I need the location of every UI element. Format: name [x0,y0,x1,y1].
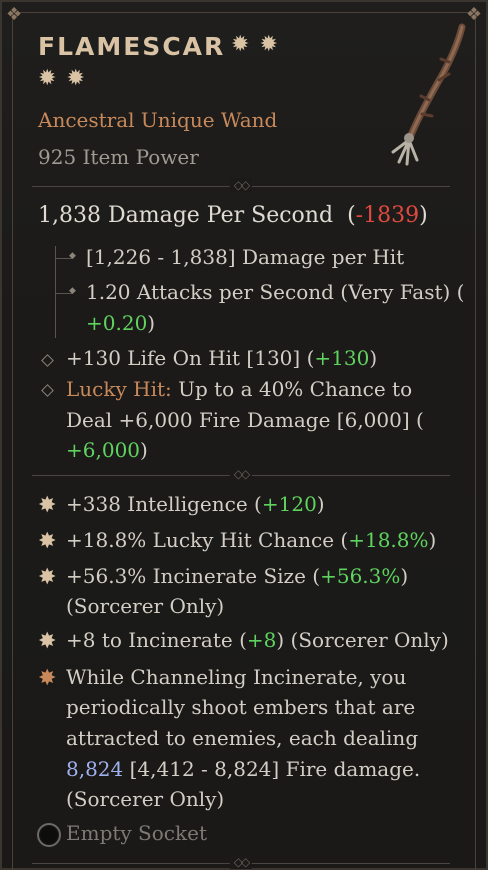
item-name: FLAMESCAR [38,32,226,61]
aps-delta: +0.20 [86,311,148,335]
star-icon: ✹ [259,32,278,57]
lucky-hit-close: ) [140,438,148,462]
unique-part-1: While Channeling [66,665,253,689]
lucky-hit-label: Lucky Hit: [66,377,172,401]
sparkle-bullet-icon: ✸ [38,629,57,654]
diamond-bullet-icon: ◆ [69,251,76,261]
affix-intelligence-close: ) [316,492,325,516]
affix-lucky-hit-chance: +18.8% Lucky Hit Chance (+18.8%) [66,525,436,556]
life-on-hit-close: ) [369,346,378,370]
item-tooltip: ❖ ❖ FLAMESCAR ✹ ✹ ✹ ✹ Ancestral Unique Wan… [0,0,488,870]
affix-intelligence-text: +338 Intelligence ( [66,492,262,516]
lucky-hit-line-3: +6,000) [66,435,148,466]
affix-lucky-hit-delta: +18.8% [348,528,429,552]
diamond-bullet-icon: ◆ [69,286,76,296]
life-on-hit-text: +130 Life On Hit [130] ( [66,346,315,370]
lucky-hit-text-1: Up to a 40% Chance to [171,377,413,401]
item-power: 925 Item Power [38,145,199,169]
damage-per-hit: [1,226 - 1,838] Damage per Hit [86,245,405,269]
unique-part-2: , you [357,665,407,689]
dps-open: ( [347,203,356,228]
dps-value: 1,838 Damage Per Second [38,203,334,228]
sparkle-bullet-icon: ✸ [38,565,57,590]
affix-lucky-hit-close: ) [428,528,437,552]
attacks-per-second: 1.20 Attacks per Second (Very Fast) ( [86,280,465,304]
section-divider: ◇◇ [32,178,450,192]
aps-close: ) [147,311,156,335]
life-on-hit: +130 Life On Hit [130] (+130) [66,343,377,374]
affix-incinerate-rank: +8 to Incinerate (+8) (Sorcerer Only) [66,625,449,656]
affix-lucky-hit-text: +18.8% Lucky Hit Chance ( [66,528,349,552]
section-divider: ◇◇ [32,855,450,869]
unique-skill: Incinerate [252,665,358,689]
unique-power-line-2: periodically shoot embers that are [66,695,416,719]
affix-incinerate-size-text: +56.3% Incinerate Size ( [66,564,321,588]
unique-power-line-1: While Channeling Incinerate, you [66,662,406,693]
unique-power-line-4: 8,824 [4,412 - 8,824] Fire damage. [66,754,420,785]
star-icon: ✹ [66,66,85,91]
unique-power-line-3: attracted to enemies, each dealing [66,726,419,750]
affix-incinerate-size: +56.3% Incinerate Size (+56.3%) [66,561,408,592]
lucky-hit-line-1: Lucky Hit: Up to a 40% Chance to [66,374,412,405]
lucky-hit-line-2: Deal +6,000 Fire Damage [6,000] ( [66,408,424,432]
affix-incinerate-size-class: (Sorcerer Only) [66,594,225,618]
unique-value: 8,824 [66,757,124,781]
socket-icon[interactable] [37,823,61,847]
title-stars: ✹ ✹ [231,34,288,56]
item-type: Ancestral Unique Wand [38,108,278,132]
unique-power-line-5: (Sorcerer Only) [66,787,225,811]
substat-tree-line [55,246,56,338]
affix-incinerate-size-delta: +56.3% [320,564,401,588]
affix-incinerate-size-close: ) [400,564,409,588]
corner-ornament-top-left: ❖ [6,4,23,25]
affix-incinerate-rank-delta: +8 [246,628,277,652]
wand-image [391,23,466,166]
affix-intelligence: +338 Intelligence (+120) [66,489,325,520]
damage-per-second: 1,838 Damage Per Second (-1839) [38,203,428,228]
star-icon: ✹ [38,66,57,91]
title-stars-row-2: ✹ ✹ [38,68,95,90]
lucky-hit-delta: +6,000 [66,438,141,462]
affix-incinerate-rank-close: ) (Sorcerer Only) [276,628,449,652]
attacks-per-second-delta-line: +0.20) [86,308,155,339]
empty-socket-label: Empty Socket [66,821,207,845]
star-icon: ✹ [231,32,250,57]
sparkle-bullet-icon: ✸ [38,529,57,554]
dps-close: ) [419,203,428,228]
sparkle-bullet-icon: ✸ [38,493,57,518]
sparkle-bullet-icon: ✸ [38,666,57,691]
life-on-hit-delta: +130 [314,346,370,370]
unique-range: [4,412 - 8,824] Fire damage. [123,757,421,781]
section-divider: ◇◇ [32,467,450,481]
affix-intelligence-delta: +120 [261,492,317,516]
affix-incinerate-rank-text: +8 to Incinerate ( [66,628,247,652]
dps-delta: -1839 [355,203,420,228]
